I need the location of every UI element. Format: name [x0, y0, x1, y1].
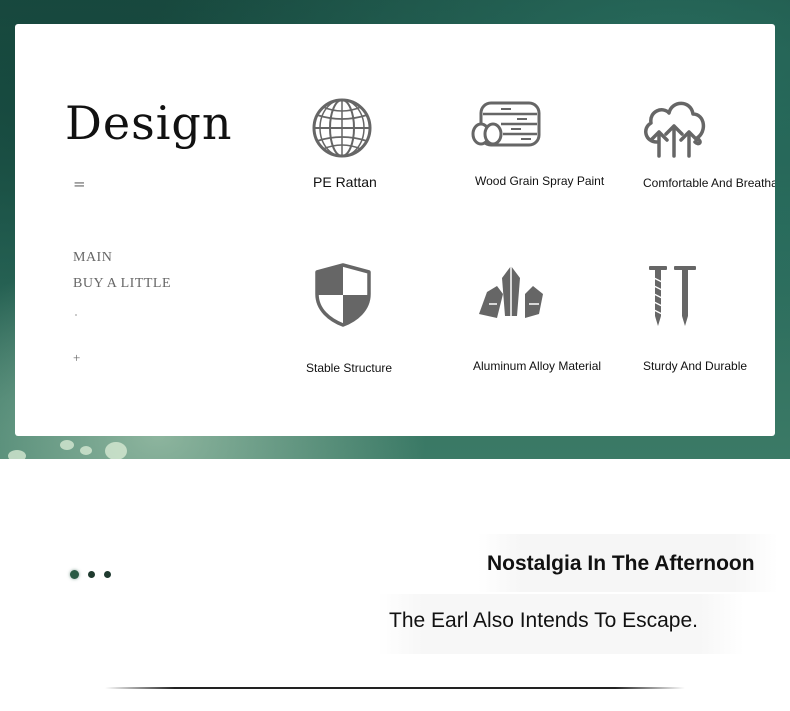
design-card: Design = MAIN BUY A LITTLE + PE Rattan W… — [15, 24, 775, 436]
nav-link-main[interactable]: MAIN — [73, 250, 112, 266]
feature-label: Aluminum Alloy Material — [473, 359, 602, 373]
wood-logs-icon — [471, 100, 543, 148]
feature-label: Stable Structure — [306, 361, 393, 375]
section-divider — [105, 687, 685, 689]
leaf-decoration — [105, 442, 127, 459]
feature-label: Comfortable And Breathable — [643, 176, 775, 190]
promo-subline-box: The Earl Also Intends To Escape. — [378, 594, 744, 654]
cloud-upload-icon — [639, 96, 709, 158]
feature-label: PE Rattan — [313, 174, 377, 190]
rattan-sphere-icon — [311, 97, 373, 159]
hero-banner: Design = MAIN BUY A LITTLE + PE Rattan W… — [0, 0, 790, 459]
promo-headline: Nostalgia In The Afternoon — [487, 552, 755, 575]
promo-subline: The Earl Also Intends To Escape. — [389, 609, 698, 632]
slider-dot[interactable] — [104, 571, 111, 578]
leaf-decoration — [60, 440, 74, 450]
crystals-icon — [475, 264, 547, 322]
slider-dot[interactable] — [70, 570, 79, 579]
menu-toggle-icon[interactable]: = — [73, 175, 86, 193]
slider-dot[interactable] — [88, 571, 95, 578]
leaf-decoration — [8, 450, 26, 459]
leaf-decoration — [80, 446, 92, 455]
nav-link-buy-a-little[interactable]: BUY A LITTLE — [73, 276, 171, 292]
feature-label: Sturdy And Durable — [643, 359, 748, 373]
separator-dot — [75, 314, 77, 316]
design-title: Design — [65, 96, 233, 150]
feature-label: Wood Grain Spray Paint — [475, 174, 605, 188]
plus-icon[interactable]: + — [73, 350, 80, 366]
shield-icon — [314, 262, 372, 328]
promo-headline-box: Nostalgia In The Afternoon — [478, 534, 778, 592]
nails-icon — [646, 264, 702, 328]
